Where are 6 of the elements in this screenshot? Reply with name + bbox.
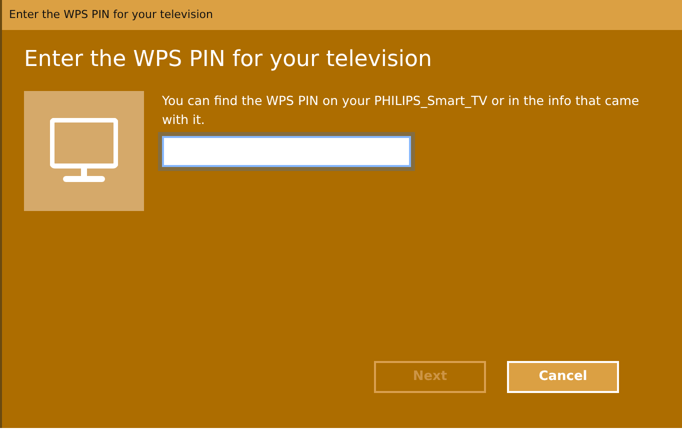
pin-input-field[interactable] (162, 136, 411, 168)
monitor-icon (50, 118, 118, 184)
window-title: Enter the WPS PIN for your television (9, 6, 213, 23)
dialog-heading: Enter the WPS PIN for your television (24, 47, 433, 74)
instruction-text: You can find the WPS PIN on your PHILIPS_Smart_TV or in the info that came with it. (162, 92, 640, 130)
dialog-button[interactable]: Cancel (507, 361, 619, 393)
